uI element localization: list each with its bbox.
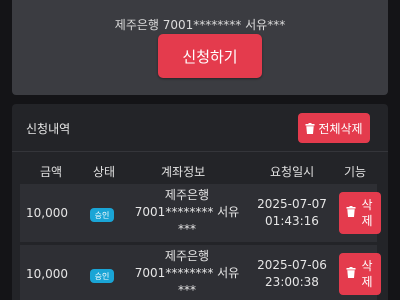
row-account-number: 7001******** 서유 xyxy=(134,205,240,219)
row-date: 2025-07-07 xyxy=(257,197,327,211)
row-time: 01:43:16 xyxy=(265,214,319,228)
delete-label-line-2: 제 xyxy=(361,275,373,289)
delete-all-button[interactable]: 전체삭제 xyxy=(298,113,370,143)
status-badge: 승인 xyxy=(90,269,114,283)
divider xyxy=(12,151,388,152)
trash-icon xyxy=(346,267,356,278)
row-account-holder: *** xyxy=(178,222,196,236)
delete-label-line-2: 제 xyxy=(361,214,373,228)
column-account: 계좌정보 xyxy=(161,165,206,179)
row-requested-at: 2025-07-06 23:00:38 xyxy=(253,257,331,291)
status-badge: 승인 xyxy=(90,208,114,222)
row-time: 23:00:38 xyxy=(265,275,319,289)
row-account-holder: *** xyxy=(178,283,196,297)
history-panel: 신청내역 전체삭제 금액 상태 계좌정보 요청일시 기능 10,000 승인 제… xyxy=(12,104,388,300)
row-amount: 10,000 xyxy=(26,267,68,281)
row-bank-name: 제주은행 xyxy=(164,249,210,263)
row-delete-button[interactable]: 삭 제 xyxy=(339,253,381,295)
table-row: 10,000 승인 제주은행 7001******** 서유 *** 2025-… xyxy=(20,184,381,242)
delete-label-line-1: 삭 xyxy=(361,259,373,273)
column-requested-at: 요청일시 xyxy=(270,165,315,179)
row-delete-label: 삭 제 xyxy=(360,258,374,290)
row-amount: 10,000 xyxy=(26,206,68,220)
row-delete-button[interactable]: 삭 제 xyxy=(339,192,381,234)
trash-icon xyxy=(305,122,315,134)
column-actions: 기능 xyxy=(344,165,367,179)
column-amount: 금액 xyxy=(40,165,63,179)
row-delete-label: 삭 제 xyxy=(360,197,374,229)
row-bank-name: 제주은행 xyxy=(164,188,210,202)
table-row: 10,000 승인 제주은행 7001******** 서유 *** 2025-… xyxy=(20,245,381,300)
row-account-info: 제주은행 7001******** 서유 *** xyxy=(126,187,248,238)
history-title: 신청내역 xyxy=(26,122,71,136)
row-date: 2025-07-06 xyxy=(257,258,327,272)
column-status: 상태 xyxy=(93,165,116,179)
row-account-number: 7001******** 서유 xyxy=(134,266,240,280)
apply-panel: 제주은행 7001******** 서유*** 신청하기 xyxy=(12,0,388,95)
delete-label-line-1: 삭 xyxy=(361,198,373,212)
row-account-info: 제주은행 7001******** 서유 *** xyxy=(126,248,248,299)
account-info-text: 제주은행 7001******** 서유*** xyxy=(114,18,286,32)
table-header: 금액 상태 계좌정보 요청일시 기능 xyxy=(20,161,380,181)
trash-icon xyxy=(346,206,356,217)
row-requested-at: 2025-07-07 01:43:16 xyxy=(253,196,331,230)
delete-all-label: 전체삭제 xyxy=(318,121,363,136)
apply-button[interactable]: 신청하기 xyxy=(158,34,262,78)
